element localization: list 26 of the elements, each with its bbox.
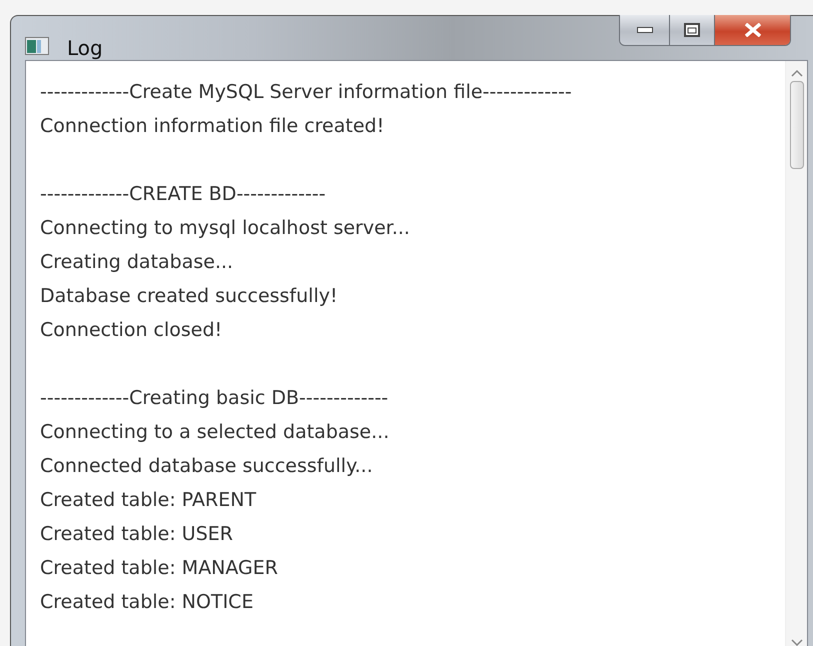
scroll-down-icon [790, 639, 802, 646]
log-line: Connection closed! [40, 318, 224, 343]
log-line: Connection information file created! [40, 114, 386, 139]
log-line: Created table: PARENT [40, 488, 258, 513]
log-line: -------------Create MySQL Server information file------------- [40, 80, 573, 105]
log-line: Connecting to a selected database... [40, 420, 390, 445]
close-icon [744, 23, 762, 37]
window-title: Log [67, 36, 103, 60]
minimize-icon [636, 27, 652, 33]
scrollbar-thumb[interactable] [790, 81, 804, 169]
log-line: Created table: NOTICE [40, 590, 254, 615]
log-line: -------------Creating basic DB------------- [40, 386, 390, 411]
log-line: Created table: MANAGER [40, 556, 279, 581]
log-line: Connected database successfully... [40, 454, 374, 479]
window-icon [25, 37, 49, 55]
log-line: -------------CREATE BD------------- [40, 182, 327, 207]
log-line: Created table: USER [40, 522, 234, 547]
log-line: Connecting to mysql localhost server... [40, 216, 411, 241]
vertical-scrollbar[interactable] [785, 61, 807, 646]
minimize-button[interactable] [620, 15, 670, 45]
close-button[interactable] [715, 15, 790, 45]
scroll-up-icon [790, 69, 802, 77]
log-line: Database created successfully! [40, 284, 339, 309]
maximize-icon [684, 23, 700, 37]
log-line: Creating database... [40, 250, 234, 275]
maximize-button[interactable] [670, 15, 715, 45]
